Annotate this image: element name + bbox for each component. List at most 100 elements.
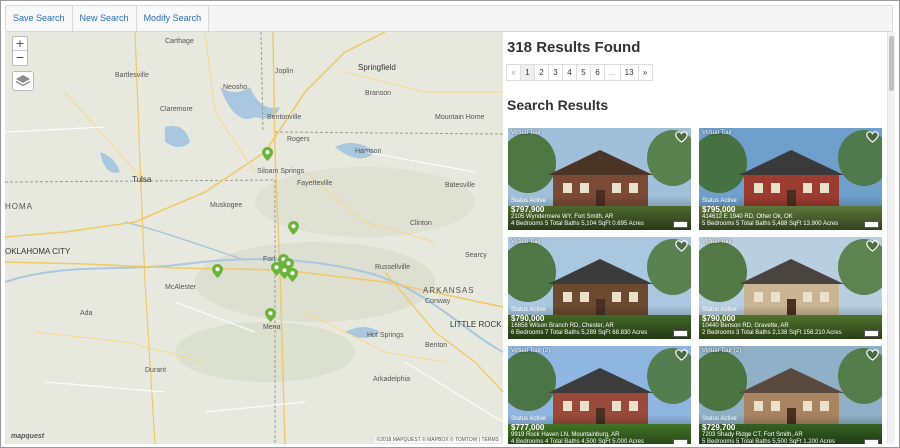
map-attribution[interactable]: ©2018 MAPQUEST © MAPBOX © TOMTOW | TERMS	[374, 437, 501, 443]
page-3-button[interactable]: 3	[548, 64, 563, 81]
listing-card[interactable]: Virtual Tour Status Active $797,900 2105 Wy…	[508, 128, 691, 230]
virtual-tour-label[interactable]: Virtual Tour	[511, 239, 541, 245]
virtual-tour-label[interactable]: Virtual Tour	[702, 130, 732, 136]
map-label-oklahoma-city: OKLAHOMA CITY	[5, 247, 71, 256]
page-next-button[interactable]: »	[637, 64, 653, 81]
results-panel: 318 Results Found « 1 2 3 4 5 6 ... 13 »…	[503, 32, 887, 444]
page-13-button[interactable]: 13	[619, 64, 639, 81]
map-label-arkansas: ARKANSAS	[423, 286, 475, 295]
page-5-button[interactable]: 5	[576, 64, 591, 81]
map-label-mena: Mena	[263, 324, 281, 331]
map-label-carthage: Carthage	[165, 38, 194, 45]
listing-specs: 6 Bedrooms 7 Total Baths 5,289 SqFt 68.8…	[511, 330, 648, 336]
map-marker-icon[interactable]	[287, 268, 298, 282]
listing-address: 16858 Wilson Branch RD, Chester, AR	[511, 323, 614, 329]
map-base	[5, 32, 503, 444]
map-label-durant: Durant	[145, 367, 167, 374]
mls-badge-icon	[864, 221, 879, 228]
virtual-tour-label[interactable]: Virtual Tour	[702, 239, 732, 245]
virtual-tour-label[interactable]: Virtual Tour (2)	[702, 348, 741, 354]
listing-status: Status Active	[702, 416, 737, 422]
map-marker-icon[interactable]	[288, 221, 299, 235]
map-marker-icon[interactable]	[265, 308, 276, 322]
listing-status: Status Active	[511, 307, 546, 313]
heart-icon[interactable]	[866, 349, 879, 361]
map-label-batesville: Batesville	[445, 182, 475, 189]
new-search-button[interactable]: New Search	[72, 6, 137, 31]
page-1-button[interactable]: 1	[520, 64, 535, 81]
map-label-joplin: Joplin	[275, 68, 294, 75]
heart-icon[interactable]	[866, 240, 879, 252]
page-ellipsis: ...	[604, 64, 621, 81]
mls-badge-icon	[864, 330, 879, 337]
page-4-button[interactable]: 4	[562, 64, 577, 81]
listing-price: $790,000	[702, 314, 736, 323]
heart-icon[interactable]	[675, 131, 688, 143]
listing-address: 7203 Shady Ridge CT, Fort Smith, AR	[702, 432, 803, 438]
zoom-in-icon[interactable]: +	[13, 37, 27, 51]
zoom-control: + −	[12, 36, 28, 66]
virtual-tour-label[interactable]: Virtual Tour (2)	[511, 348, 550, 354]
listing-price: $795,000	[702, 205, 736, 214]
listing-address: 2105 Wyndermere WY, Fort Smith, AR	[511, 214, 614, 220]
listing-specs: 4 Bedrooms 5 Total Baths 5,104 SqFt 0.69…	[511, 221, 644, 227]
listing-specs: 5 Bedrooms 5 Total Baths 5,500 SqFt 1.20…	[702, 439, 835, 444]
map-label-siloam-springs: Siloam Springs	[257, 168, 305, 175]
listing-info: Status Active $797,900 2105 Wyndermere WY,…	[508, 196, 691, 230]
heart-icon[interactable]	[675, 240, 688, 252]
save-search-button[interactable]: Save Search	[6, 6, 73, 31]
mls-badge-icon	[673, 330, 688, 337]
listing-price: $797,900	[511, 205, 545, 214]
mls-badge-icon	[673, 221, 688, 228]
listing-address: 9919 Rock Haven LN, Mountainburg, AR	[511, 432, 620, 438]
listing-card[interactable]: Virtual Tour (2) Status Active $777,000 991…	[508, 346, 691, 444]
map-label-branson: Branson	[365, 90, 392, 97]
zoom-out-icon[interactable]: −	[13, 51, 27, 65]
scrollbar-thumb[interactable]	[889, 36, 894, 91]
listing-info: Status Active $729,700 7203 Shady Ridge CT…	[699, 414, 882, 444]
layers-icon[interactable]	[12, 71, 34, 91]
results-count-heading: 318 Results Found	[507, 39, 641, 56]
map-panel[interactable]: Carthage Springfield Joplin Bartlesville…	[5, 32, 503, 444]
map-label-benton: Benton	[425, 342, 448, 349]
map-label-arkadelphia: Arkadelphia	[373, 376, 410, 383]
mls-badge-icon	[864, 439, 879, 444]
virtual-tour-label[interactable]: Virtual Tour	[511, 130, 541, 136]
map-marker-icon[interactable]	[262, 147, 273, 161]
listing-card[interactable]: Virtual Tour Status Active $795,000 414612 …	[699, 128, 882, 230]
listing-address: 10440 Benson RD, Gravette, AR	[702, 323, 789, 329]
page-6-button[interactable]: 6	[590, 64, 605, 81]
listing-info: Status Active $790,000 16858 Wilson Branch…	[508, 305, 691, 339]
modify-search-button[interactable]: Modify Search	[136, 6, 210, 31]
listing-card[interactable]: Virtual Tour Status Active $790,000 10440 B…	[699, 237, 882, 339]
heart-icon[interactable]	[675, 349, 688, 361]
listing-card[interactable]: Virtual Tour Status Active $790,000 16858 W…	[508, 237, 691, 339]
listing-info: Status Active $795,000 414612 E 1940 RD, O…	[699, 196, 882, 230]
map-label-homa: HOMA	[5, 202, 33, 211]
search-results-heading: Search Results	[507, 97, 609, 113]
map-label-claremore: Claremore	[160, 106, 193, 113]
listing-card[interactable]: Virtual Tour (2) Status Active $729,700 720…	[699, 346, 882, 444]
map-label-mountain-home: Mountain Home	[435, 114, 485, 121]
map-label-russellville: Russellville	[375, 264, 411, 271]
map-label-ada: Ada	[80, 310, 93, 317]
page-prev-button[interactable]: «	[506, 64, 521, 81]
pagination: « 1 2 3 4 5 6 ... 13 »	[506, 64, 653, 81]
results-scrollbar[interactable]	[887, 32, 895, 444]
toolbar: Save Search New Search Modify Search	[5, 5, 893, 32]
heart-icon[interactable]	[866, 131, 879, 143]
map-label-springfield: Springfield	[358, 63, 396, 72]
listing-info: Status Active $777,000 9919 Rock Haven LN,…	[508, 414, 691, 444]
map-marker-icon[interactable]	[212, 264, 223, 278]
listing-price: $729,700	[702, 423, 736, 432]
map-label-fayetteville: Fayetteville	[297, 180, 333, 187]
listing-price: $790,000	[511, 314, 545, 323]
map-label-mcalester: McAlester	[165, 284, 197, 291]
map-label-bentonville: Bentonville	[267, 114, 302, 121]
listing-info: Status Active $790,000 10440 Benson RD, Gr…	[699, 305, 882, 339]
page-2-button[interactable]: 2	[534, 64, 549, 81]
map-label-little-rock: LITTLE ROCK	[450, 320, 502, 329]
listing-specs: 5 Bedrooms 5 Total Baths 5,488 SqFt 13.9…	[702, 221, 839, 227]
map-label-tulsa: Tulsa	[132, 175, 152, 184]
map-label-hot-springs: Hot Springs	[367, 332, 404, 339]
